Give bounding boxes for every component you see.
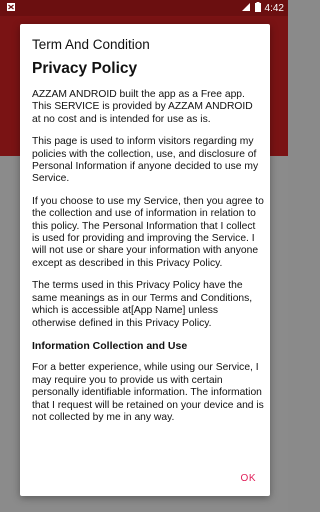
- section-paragraph: For a better experience, while using our…: [32, 362, 264, 423]
- policy-paragraph: This page is used to inform visitors reg…: [32, 136, 259, 185]
- section-heading: Information Collection and Use: [32, 339, 188, 352]
- ok-button[interactable]: OK: [241, 473, 256, 484]
- dialog-content[interactable]: Privacy Policy AZZAM ANDROID built the a…: [32, 60, 264, 488]
- policy-paragraph: The terms used in this Privacy Policy ha…: [32, 280, 253, 329]
- status-bar: 4:42: [0, 0, 288, 16]
- terms-dialog: Term And Condition Privacy Policy AZZAM …: [20, 24, 270, 496]
- dialog-title: Term And Condition: [32, 37, 150, 52]
- policy-paragraph: AZZAM ANDROID built the app as a Free ap…: [32, 89, 253, 125]
- privacy-policy-heading: Privacy Policy: [32, 60, 138, 77]
- notification-icon: [6, 2, 16, 15]
- signal-icon: [241, 2, 251, 15]
- status-time: 4:42: [264, 3, 284, 14]
- battery-icon: [254, 2, 261, 15]
- policy-paragraph: If you choose to use my Service, then yo…: [32, 195, 264, 269]
